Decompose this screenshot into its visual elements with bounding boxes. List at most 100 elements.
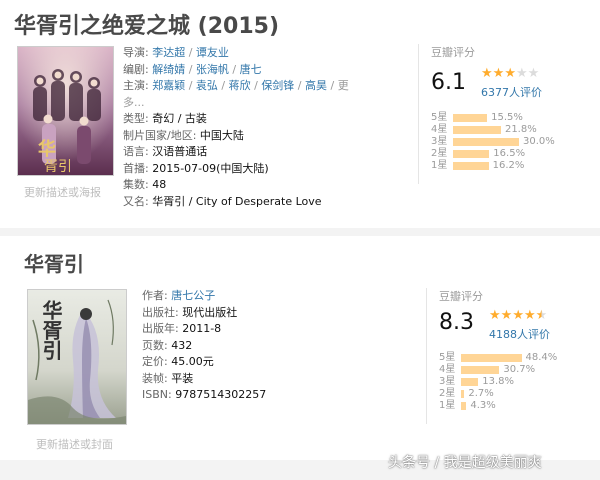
rating-bar-percent: 4.3% <box>470 400 496 411</box>
book-title: 华胥引 <box>24 252 84 276</box>
book-cover[interactable]: 华胥引 <box>27 289 127 425</box>
rating-bar-percent: 2.7% <box>468 388 494 399</box>
book-cover-title: 华胥引 <box>39 300 63 360</box>
premiere-value: 2015-07-09(中国大陆) <box>152 161 269 175</box>
rating-bar <box>453 162 489 170</box>
rating-bar-percent: 13.8% <box>482 376 515 387</box>
price-row: 定价: 45.00元 <box>142 354 266 371</box>
book-card: 华胥引 华胥引 更新描述或封面 作者: 唐七公子 出版社: 现代出版社 出版年:… <box>0 236 600 460</box>
update-poster-link[interactable]: 更新描述或海报 <box>24 184 101 200</box>
star-icon: ★ <box>512 308 524 323</box>
rating-bar-label: 2星 <box>439 388 456 399</box>
watermark-text: 头条号 / 我是超级美丽爽 <box>388 455 542 471</box>
star-icon: ★ <box>527 66 540 81</box>
rating-bar-percent: 16.5% <box>493 148 526 159</box>
publisher-value: 现代出版社 <box>182 305 238 319</box>
premiere-label: 首播: <box>123 161 153 175</box>
cast-label: 主演: <box>123 79 153 92</box>
star-icon: ★ <box>492 66 505 81</box>
rating-bar-percent: 30.0% <box>523 136 555 147</box>
rating-bar <box>461 366 500 374</box>
rating-bar-percent: 15.5% <box>491 112 523 123</box>
rating-score: 8.3 <box>439 310 474 335</box>
movie-info: 导演: 李达超 / 谭友业 编剧: 解绮婧 / 张海帆 / 唐七 主演: 郑嘉颖… <box>123 45 349 210</box>
author-row: 作者: 唐七公子 <box>142 288 266 305</box>
cast-row: 主演: 郑嘉颖 / 袁弘 / 蒋欣 / 保剑锋 / 高昊 / 更 <box>123 79 349 92</box>
premiere-row: 首播: 2015-07-09(中国大陆) <box>123 161 349 178</box>
book-rating-panel: 豆瓣评分 8.3 ★★★★★ 4188人评价 5星 48.4% 4星 30.7% 3星 1… <box>426 288 591 424</box>
director-link[interactable]: 谭友业 <box>196 46 229 59</box>
rating-count-link[interactable]: 4188人评价 <box>489 326 550 342</box>
genre-value: 奇幻 / 古装 <box>152 112 207 125</box>
binding-label: 装帧: <box>142 371 172 385</box>
rating-bar <box>453 138 519 146</box>
rating-stars: ★★★★★ <box>481 66 539 81</box>
star-icon: ★ <box>523 308 536 323</box>
star-icon: ★ <box>535 308 548 323</box>
binding-value: 平装 <box>171 371 194 385</box>
rating-count-link[interactable]: 6377人评价 <box>481 84 542 100</box>
director-label: 导演: <box>123 46 153 59</box>
rating-bar <box>453 126 501 134</box>
rating-bar-label: 5星 <box>431 112 448 123</box>
year-row: 出版年: 2011-8 <box>142 321 266 338</box>
cast-link[interactable]: 保剑锋 <box>261 79 294 92</box>
cast-more-continued[interactable]: 多... <box>123 96 145 109</box>
movie-rating-panel: 豆瓣评分 6.1 ★★★★★ 6377人评价 5星 15.5% 4星 21.8% 3星 3… <box>418 44 589 184</box>
rating-bar-label: 3星 <box>439 376 456 387</box>
cast-more-link[interactable]: 更 <box>338 79 349 92</box>
rating-bar-label: 4星 <box>431 124 448 135</box>
star-icon: ★ <box>500 308 513 323</box>
isbn-label: ISBN: <box>142 388 176 401</box>
rating-bar <box>453 114 488 122</box>
rating-bar-label: 5星 <box>439 352 456 363</box>
writer-link[interactable]: 唐七 <box>240 63 262 76</box>
rating-header: 豆瓣评分 <box>439 290 483 303</box>
movie-title: 华胥引之绝爱之城 (2015) <box>14 14 279 39</box>
author-link[interactable]: 唐七公子 <box>171 289 215 302</box>
movie-poster-image: 华 胥引 <box>18 47 113 175</box>
country-value: 中国大陆 <box>199 128 244 142</box>
price-value: 45.00元 <box>171 355 214 368</box>
language-label: 语言: <box>123 145 153 158</box>
book-info: 作者: 唐七公子 出版社: 现代出版社 出版年: 2011-8 页数: 432 … <box>142 288 266 404</box>
cast-link[interactable]: 蒋欣 <box>229 79 251 92</box>
rating-bar-percent: 48.4% <box>525 352 558 363</box>
year-value: 2011-8 <box>182 322 222 335</box>
star-icon: ★ <box>504 66 516 81</box>
cast-link[interactable]: 袁弘 <box>196 79 218 92</box>
isbn-value: 9787514302257 <box>175 388 267 401</box>
rating-bar-label: 2星 <box>431 148 448 159</box>
rating-bar-label: 1星 <box>431 160 448 171</box>
rating-score: 6.1 <box>431 70 466 95</box>
aka-value: 华胥引 / City of Desperate Love <box>152 194 322 208</box>
cast-link[interactable]: 郑嘉颖 <box>152 79 185 92</box>
episodes-value: 48 <box>152 178 167 191</box>
language-row: 语言: 汉语普通话 <box>123 144 349 161</box>
director-row: 导演: 李达超 / 谭友业 <box>123 46 229 59</box>
country-row: 制片国家/地区: 中国大陆 <box>123 128 349 145</box>
rating-bar-percent: 30.7% <box>503 364 536 375</box>
genre-row: 类型: 奇幻 / 古装 <box>123 111 349 128</box>
publisher-row: 出版社: 现代出版社 <box>142 305 266 322</box>
update-cover-link[interactable]: 更新描述或封面 <box>36 436 113 452</box>
author-label: 作者: <box>142 289 172 302</box>
cast-link[interactable]: 高昊 <box>305 79 327 92</box>
rating-bar-percent: 21.8% <box>504 124 537 135</box>
rating-bar-label: 3星 <box>431 136 448 147</box>
svg-text:华: 华 <box>38 138 56 160</box>
pages-row: 页数: 432 <box>142 338 266 355</box>
writer-link[interactable]: 张海帆 <box>196 63 229 76</box>
isbn-row: ISBN: 9787514302257 <box>142 387 266 404</box>
movie-card: 华胥引之绝爱之城 (2015) 华 胥引 更新描述或海报 导演: 李达超 / 谭… <box>0 0 600 228</box>
movie-poster[interactable]: 华 胥引 <box>17 46 114 176</box>
star-icon: ★ <box>489 308 501 323</box>
writer-link[interactable]: 解绮婧 <box>152 63 185 76</box>
rating-bar <box>461 402 467 410</box>
rating-bar <box>461 390 465 398</box>
binding-row: 装帧: 平装 <box>142 371 266 388</box>
pages-label: 页数: <box>142 338 172 352</box>
rating-bar <box>461 378 479 386</box>
star-icon: ★ <box>481 66 493 81</box>
director-link[interactable]: 李达超 <box>152 46 185 59</box>
